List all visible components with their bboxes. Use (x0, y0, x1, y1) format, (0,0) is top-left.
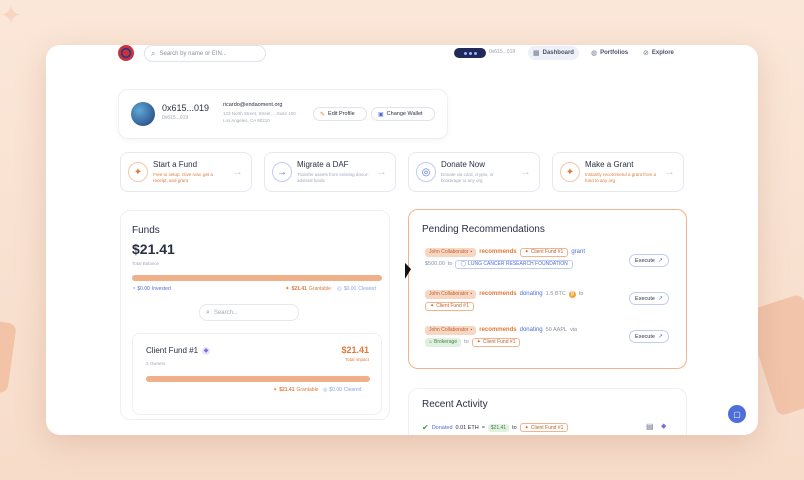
sparkle-icon: ✦ (273, 387, 278, 393)
change-wallet-button[interactable]: ▣ Change Wallet (371, 107, 435, 121)
ethereum-icon: ◆ (202, 346, 211, 355)
funds-total-label: Total Balance (132, 261, 160, 266)
funds-progress-bar (132, 275, 382, 281)
collaborator-chip[interactable]: John Collaborator ▪ (425, 325, 477, 335)
activity-item[interactable]: ✔ Donated 0.01 ETH ≈ $21.41 to ✦ Client F… (422, 423, 569, 432)
fund-chip[interactable]: ✦ Client Fund #1 (425, 301, 474, 311)
brokerage-chip[interactable]: ⌂ Brokerage (425, 337, 462, 347)
receipt-icon[interactable]: ▤ (646, 422, 654, 431)
funds-search-input[interactable]: ⌕ Search... (199, 304, 299, 321)
wallet-pill[interactable] (454, 48, 486, 58)
sparkle-icon: ✦ (524, 249, 529, 255)
search-icon: ⌕ (151, 48, 156, 58)
sparkle-icon: ✦ (524, 424, 529, 431)
execute-button[interactable]: Execute ↗ (629, 292, 669, 305)
arrow-right-icon: → (664, 166, 675, 178)
fund-name: Client Fund #1 ◆ (146, 346, 211, 355)
search-icon: ⌕ (206, 308, 210, 316)
search-placeholder: Search by name or EIN... (159, 50, 227, 57)
sparkle-icon: ✦ (430, 303, 435, 309)
mouse-cursor-icon (405, 262, 411, 282)
start-fund-card[interactable]: ✦ Start a Fund Free to setup. Give now, … (120, 152, 252, 192)
fund-progress-bar (146, 376, 370, 382)
arrow-right-circle-icon: → (272, 162, 292, 182)
bank-icon: ⌂ (429, 339, 433, 345)
background-star-icon: ✦ (0, 0, 22, 30)
funds-card: Funds $21.41 Total Balance ◔ $0.00 Inves… (120, 210, 390, 420)
external-link-icon: ↗ (657, 334, 663, 340)
fund-chip[interactable]: ✦ Client Fund #1 (519, 247, 569, 257)
profile-name: 0x615...019 (162, 103, 210, 113)
message-icon: ▪ (470, 327, 473, 333)
collaborator-chip[interactable]: John Collaborator ▪ (425, 289, 477, 299)
chat-icon: ▢ (733, 409, 741, 419)
recent-activity-card: Recent Activity ✔ Donated 0.01 ETH ≈ $21… (408, 388, 687, 435)
sparkle-icon: ✦ (476, 339, 481, 345)
external-link-icon: ↗ (657, 296, 663, 302)
external-link-icon: ↗ (657, 258, 663, 264)
message-icon: ▪ (470, 249, 473, 255)
nav-portfolios[interactable]: ◍ Portfolios (586, 46, 633, 60)
fund-amount: $21.41 (341, 345, 369, 355)
fund-chip[interactable]: ✦ Client Fund #1 (471, 337, 521, 347)
grantable-stat: ✦ $21.41 Grantable (285, 286, 331, 292)
recent-title: Recent Activity (422, 399, 488, 410)
execute-button[interactable]: Execute ↗ (629, 254, 669, 267)
org-chip[interactable]: ◯ LUNG CANCER RESEARCH FOUNDATION (455, 259, 573, 269)
edit-profile-button[interactable]: ✎ Edit Profile (313, 107, 367, 121)
arrow-right-icon: → (232, 166, 243, 178)
make-grant-card[interactable]: ✦ Make a Grant Instantly recommend a gra… (552, 152, 684, 192)
edit-icon: ✎ (320, 111, 326, 118)
app-window: ⌕ Search by name or EIN... 0x615...019 ▦… (46, 45, 758, 435)
collaborator-chip[interactable]: John Collaborator ▪ (425, 247, 477, 257)
profile-subtitle: 0x615...019 (162, 115, 189, 121)
pending-recommendations-card: Pending Recommendations John Collaborato… (408, 209, 687, 369)
portfolio-icon: ◍ (591, 50, 598, 57)
cleared-icon: ◎ (337, 286, 342, 292)
execute-button[interactable]: Execute ↗ (629, 330, 669, 343)
bitcoin-icon: ₿ (568, 290, 576, 298)
message-icon: ▪ (470, 291, 473, 297)
ring-icon: ◎ (416, 162, 436, 182)
fund-grantable-stat: ✦ $21.41 Grantable (273, 387, 319, 393)
compass-icon: ⊘ (643, 50, 649, 57)
wallet-icon: ▣ (378, 111, 384, 118)
pending-title: Pending Recommendations (422, 224, 545, 235)
chat-button[interactable]: ▢ (728, 405, 746, 423)
avatar (131, 102, 155, 126)
check-icon: ✔ (422, 423, 429, 432)
invested-icon: ◔ (132, 286, 136, 292)
arrow-right-icon: → (520, 166, 531, 178)
wallet-address[interactable]: 0x615...019 (489, 49, 515, 55)
grid-icon: ▦ (533, 50, 540, 57)
fund-owners: 3 Owners (146, 361, 166, 366)
arrow-right-icon: → (376, 166, 387, 178)
global-search-input[interactable]: ⌕ Search by name or EIN... (144, 45, 266, 62)
fund-amount-label: Total impact (344, 357, 369, 362)
migrate-daf-card[interactable]: → Migrate a DAF Transfer assets from exi… (264, 152, 396, 192)
nav-explore[interactable]: ⊘ Explore (638, 46, 679, 60)
profile-address-city: Los Angeles, CA 90210 (223, 118, 270, 123)
background-shape (0, 320, 17, 394)
ethereum-icon: ◆ (661, 423, 667, 430)
nav-dashboard[interactable]: ▦ Dashboard (528, 46, 579, 60)
top-bar: ⌕ Search by name or EIN... 0x615...019 ▦… (46, 45, 758, 63)
logo-globe-icon[interactable] (118, 45, 134, 61)
sparkle-icon: ✦ (285, 286, 290, 292)
profile-address: 123 North Street, Street, ...Suite 100 (223, 111, 296, 116)
fund-chip[interactable]: ✦ Client Fund #1 (519, 423, 569, 432)
fund-cleared-stat: ◎ $0.00 Cleared (323, 387, 362, 393)
cleared-stat: ◎ $0.00 Cleared (337, 286, 376, 292)
org-ring-icon: ◯ (460, 261, 467, 267)
profile-card: 0x615...019 0x615...019 ricardo@endaomen… (118, 89, 448, 139)
cleared-icon: ◎ (323, 387, 328, 393)
sparkle-icon: ✦ (128, 162, 148, 182)
funds-total: $21.41 (132, 241, 175, 257)
fund-item-client-fund-1[interactable]: Client Fund #1 ◆ 3 Owners $21.41 Total i… (132, 333, 382, 415)
donate-now-card[interactable]: ◎ Donate Now Donate via card, crypto, or… (408, 152, 540, 192)
profile-email: ricardo@endaoment.org (223, 102, 283, 108)
sparkle-icon: ✦ (560, 162, 580, 182)
invested-stat: ◔ $0.00 Invested (132, 286, 171, 292)
funds-title: Funds (132, 225, 160, 236)
